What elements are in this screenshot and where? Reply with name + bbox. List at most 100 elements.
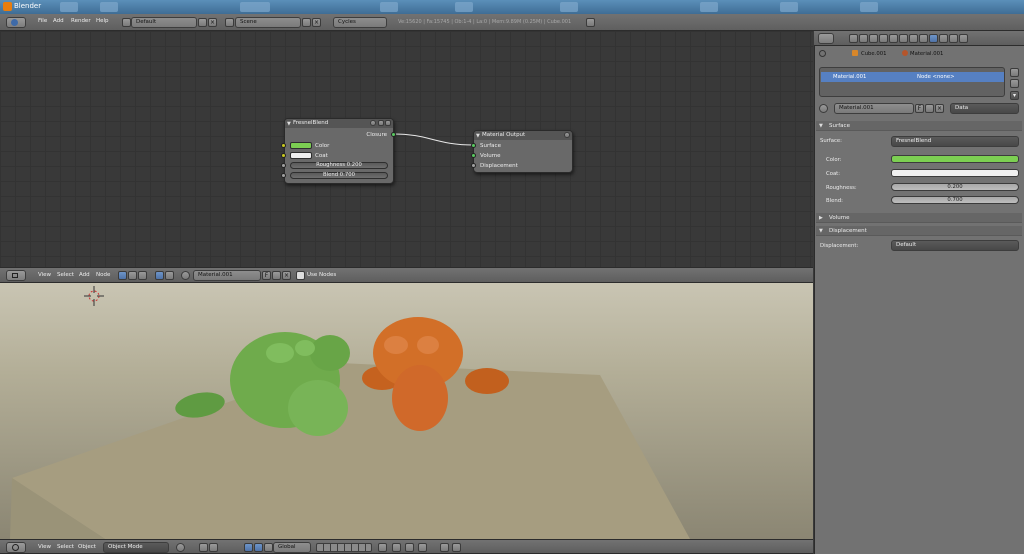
material-tab-icon[interactable] — [929, 34, 938, 43]
add-icon[interactable] — [302, 18, 311, 27]
scene-tab-icon[interactable] — [869, 34, 878, 43]
menu-help[interactable]: Help — [96, 18, 109, 24]
rotate-icon[interactable] — [254, 543, 263, 552]
roughness-slider[interactable]: Roughness 0.200 — [290, 162, 388, 169]
surface-panel-header[interactable]: Surface — [816, 121, 1022, 131]
texture-nodes-icon[interactable] — [138, 271, 147, 280]
roughness-input-socket[interactable] — [281, 163, 286, 168]
shading-icon[interactable] — [176, 543, 185, 552]
data-tab-icon[interactable] — [919, 34, 928, 43]
screen-layout-field[interactable]: Default — [131, 17, 197, 28]
node-options-icon[interactable] — [385, 120, 391, 126]
grid-icon[interactable] — [122, 18, 131, 27]
collapse-icon[interactable]: ▼ — [476, 133, 480, 139]
close-icon[interactable]: × — [208, 18, 217, 27]
render-tab-icon[interactable] — [849, 34, 858, 43]
scale-icon[interactable] — [264, 543, 273, 552]
link-select[interactable]: Data — [950, 103, 1019, 114]
add-icon[interactable] — [272, 271, 281, 280]
editor-type-button[interactable] — [6, 270, 26, 281]
layer-buttons[interactable] — [316, 543, 372, 552]
color-field[interactable] — [891, 155, 1019, 163]
menu-file[interactable]: File — [38, 18, 47, 24]
constraints-tab-icon[interactable] — [899, 34, 908, 43]
slot-specials-icon[interactable]: ▾ — [1010, 91, 1019, 100]
menu-object[interactable]: Object — [78, 544, 96, 550]
coat-field[interactable] — [891, 169, 1019, 177]
pivot-icon[interactable] — [199, 543, 208, 552]
closure-output-socket[interactable] — [391, 132, 396, 137]
material-browse-icon[interactable] — [819, 104, 828, 113]
surface-shader-select[interactable]: FresnelBlend — [891, 136, 1019, 147]
fake-user-button[interactable]: F — [915, 104, 924, 113]
fresnel-blend-node[interactable]: FresnelBlend ▼ Closure Color Coat Roughn… — [284, 118, 394, 184]
displacement-input-socket[interactable] — [471, 163, 476, 168]
fake-user-button[interactable]: F — [262, 271, 271, 280]
orientation-select[interactable]: Global — [273, 542, 311, 553]
checkbox-icon[interactable] — [296, 271, 305, 280]
particles-tab-icon[interactable] — [949, 34, 958, 43]
menu-select[interactable]: Select — [57, 272, 74, 278]
add-icon[interactable] — [198, 18, 207, 27]
3d-viewport[interactable] — [0, 283, 813, 539]
world-shader-icon[interactable] — [165, 271, 174, 280]
coat-input-socket[interactable] — [281, 153, 286, 158]
shader-nodes-icon[interactable] — [118, 271, 127, 280]
blend-slider[interactable]: Blend 0.700 — [290, 172, 388, 179]
close-icon[interactable]: × — [935, 104, 944, 113]
material-name-field[interactable]: Material.001 — [193, 270, 261, 281]
render-icon[interactable] — [440, 543, 449, 552]
editor-type-button[interactable] — [6, 542, 26, 553]
surface-input-socket[interactable] — [471, 143, 476, 148]
close-icon[interactable]: × — [282, 271, 291, 280]
scene-icon[interactable] — [225, 18, 234, 27]
node-options-icon[interactable] — [564, 132, 570, 138]
manipulator-icon[interactable] — [209, 543, 218, 552]
menu-view[interactable]: View — [38, 272, 51, 278]
node-editor[interactable]: FresnelBlend ▼ Closure Color Coat Roughn… — [0, 31, 813, 267]
modifiers-tab-icon[interactable] — [909, 34, 918, 43]
render-layers-tab-icon[interactable] — [859, 34, 868, 43]
camera-icon[interactable] — [452, 543, 461, 552]
physics-tab-icon[interactable] — [959, 34, 968, 43]
add-slot-button[interactable] — [1010, 68, 1019, 77]
menu-view[interactable]: View — [38, 544, 51, 550]
scene-field[interactable]: Scene — [235, 17, 301, 28]
mode-select[interactable]: Object Mode — [103, 542, 169, 553]
translate-icon[interactable] — [244, 543, 253, 552]
color-swatch[interactable] — [290, 142, 312, 149]
add-icon[interactable] — [925, 104, 934, 113]
object-tab-icon[interactable] — [889, 34, 898, 43]
pin-icon[interactable] — [819, 50, 826, 57]
cursor-crosshair-icon[interactable] — [84, 286, 104, 306]
hide-sockets-icon[interactable] — [378, 120, 384, 126]
object-shader-icon[interactable] — [155, 271, 164, 280]
volume-input-socket[interactable] — [471, 153, 476, 158]
menu-add[interactable]: Add — [79, 272, 90, 278]
snap-icon[interactable] — [405, 543, 414, 552]
color-input-socket[interactable] — [281, 143, 286, 148]
world-tab-icon[interactable] — [879, 34, 888, 43]
collapse-icon[interactable]: ▼ — [287, 121, 291, 127]
menu-render[interactable]: Render — [71, 18, 91, 24]
compositing-nodes-icon[interactable] — [128, 271, 137, 280]
menu-select[interactable]: Select — [57, 544, 74, 550]
remove-slot-button[interactable] — [1010, 79, 1019, 88]
close-icon[interactable]: × — [312, 18, 321, 27]
coat-swatch[interactable] — [290, 152, 312, 159]
editor-type-button[interactable] — [818, 33, 834, 44]
list-item[interactable]: Material.001 Node <none> — [821, 72, 1004, 82]
fullscreen-icon[interactable] — [586, 18, 595, 27]
node-header[interactable]: Material Output — [474, 131, 572, 140]
node-header[interactable]: FresnelBlend — [285, 119, 393, 128]
blend-field[interactable]: 0.700 — [891, 196, 1019, 204]
lock-layers-icon[interactable] — [378, 543, 387, 552]
editor-type-button[interactable] — [6, 17, 26, 28]
roughness-field[interactable]: 0.200 — [891, 183, 1019, 191]
render-engine-select[interactable]: Cycles — [333, 17, 387, 28]
material-datablock-field[interactable]: Material.001 — [834, 103, 914, 114]
snap-element-icon[interactable] — [418, 543, 427, 552]
displacement-select[interactable]: Default — [891, 240, 1019, 251]
preview-icon[interactable] — [370, 120, 376, 126]
material-output-node[interactable]: Material Output ▼ Surface Volume Displac… — [473, 130, 573, 173]
